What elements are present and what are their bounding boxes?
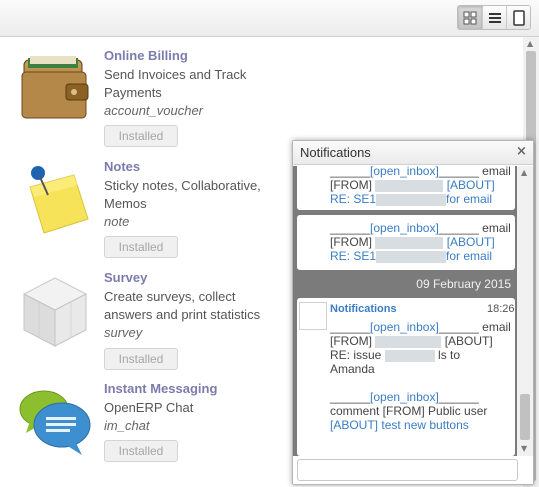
installed-button[interactable]: Installed: [104, 440, 178, 462]
kanban-view-button[interactable]: [458, 6, 482, 29]
notifications-thread: ______[open_inbox]______ email [FROM] [A…: [293, 166, 533, 456]
module-description: Create surveys, collect answers and prin…: [104, 289, 261, 322]
module-card-survey: Survey Create surveys, collect answers a…: [0, 270, 300, 380]
redacted-text: [384, 349, 435, 362]
message-from: [FROM]: [330, 235, 372, 249]
about-link[interactable]: [ABOUT]: [447, 235, 495, 249]
module-title[interactable]: Online Billing: [104, 48, 188, 63]
open-inbox-link[interactable]: [open_inbox]: [370, 221, 439, 235]
message-author[interactable]: Notifications: [330, 303, 397, 315]
message-text: ______[open_inbox]______ email [FROM] [A…: [330, 166, 515, 206]
message-from: [FROM]: [330, 334, 372, 348]
list-icon: [488, 12, 501, 23]
form-view-button[interactable]: [506, 6, 530, 29]
chat-bubbles-icon: [19, 390, 91, 455]
message-underline: ______: [330, 320, 371, 334]
notifications-panel: Notifications × ______[open_inbox]______…: [292, 140, 534, 485]
module-technical-name: im_chat: [104, 418, 150, 433]
notifications-scroll-thumb[interactable]: [520, 394, 530, 440]
about-tail[interactable]: for email: [446, 249, 492, 263]
module-technical-name: account_voucher: [104, 103, 204, 118]
redacted-text: [376, 193, 447, 206]
installed-button[interactable]: Installed: [104, 348, 178, 370]
message-underline: ______ email: [438, 320, 511, 334]
open-inbox-link[interactable]: [open_inbox]: [370, 166, 439, 178]
redacted-text: [375, 335, 442, 348]
installed-button[interactable]: Installed: [104, 125, 178, 147]
about-text: RE: issue: [330, 348, 382, 362]
redacted-text: [375, 236, 444, 249]
message-input[interactable]: [297, 459, 518, 481]
message-underline: ______ email: [438, 166, 511, 178]
form-icon: [512, 9, 525, 26]
grid-icon: [463, 11, 477, 24]
wallet-icon: [21, 56, 89, 119]
open-inbox-link[interactable]: [open_inbox]: [370, 390, 439, 404]
module-card-instant-messaging: Instant Messaging OpenERP Chat im_chat I…: [0, 381, 300, 487]
about-link[interactable]: [ABOUT]: [330, 418, 378, 432]
comment-text: comment [FROM] Public user: [330, 404, 488, 418]
close-icon[interactable]: ×: [516, 144, 527, 159]
module-description: Send Invoices and Track Payments: [104, 67, 247, 100]
notifications-title: Notifications: [300, 145, 371, 160]
message-time: 18:26: [487, 303, 515, 315]
about-text[interactable]: RE: SE1: [330, 249, 376, 263]
scroll-up-arrow-icon[interactable]: ▲: [521, 169, 527, 177]
open-inbox-link[interactable]: [open_inbox]: [370, 320, 439, 334]
list-view-button[interactable]: [482, 6, 506, 29]
module-card-notes: Notes Sticky notes, Collaborative, Memos…: [0, 159, 300, 269]
about-text[interactable]: test new buttons: [381, 418, 468, 432]
notifications-header: Notifications ×: [293, 141, 533, 165]
message-underline: ______: [438, 390, 479, 404]
message-card: Notifications 18:26 ______[open_inbox]__…: [297, 298, 515, 456]
scroll-up-arrow-icon[interactable]: ▲: [527, 40, 533, 48]
message-from: [FROM]: [330, 178, 372, 192]
view-switcher: [457, 5, 531, 30]
about-tail: ls to: [438, 348, 461, 362]
about-text[interactable]: RE: SE1: [330, 192, 376, 206]
module-technical-name: note: [104, 214, 130, 229]
message-underline: ______: [330, 390, 371, 404]
sticky-note-icon: [29, 166, 89, 234]
message-text: ______[open_inbox]______ email [FROM] [A…: [330, 221, 515, 263]
message-underline: ______: [330, 166, 371, 178]
about-tail[interactable]: for email: [446, 192, 492, 206]
notifications-scrollbar[interactable]: ▲ ▼: [517, 166, 533, 456]
redacted-text: [376, 250, 447, 263]
top-toolbar: [0, 0, 539, 37]
module-technical-name: survey: [104, 325, 143, 340]
module-title[interactable]: Survey: [104, 270, 147, 285]
installed-button[interactable]: Installed: [104, 236, 178, 258]
module-title[interactable]: Notes: [104, 159, 140, 174]
module-description: OpenERP Chat: [104, 400, 194, 415]
date-separator: 09 February 2015: [416, 277, 511, 291]
module-description: Sticky notes, Collaborative, Memos: [104, 178, 261, 211]
message-compose-area: [293, 456, 533, 484]
scroll-down-arrow-icon[interactable]: ▼: [521, 445, 527, 453]
redacted-text: [375, 179, 444, 192]
message-card: ______[open_inbox]______ email [FROM] [A…: [297, 215, 515, 270]
avatar: [299, 302, 327, 330]
module-card-online-billing: Online Billing Send Invoices and Track P…: [0, 48, 300, 158]
about-link[interactable]: [ABOUT]: [447, 178, 495, 192]
message-text: ______[open_inbox]______ email [FROM] [A…: [330, 320, 515, 432]
message-underline: ______: [330, 221, 371, 235]
cube-icon: [22, 277, 88, 347]
message-card: ______[open_inbox]______ email [FROM] [A…: [297, 166, 515, 210]
about-link: [ABOUT]: [444, 334, 493, 348]
recipient-name: Amanda: [330, 362, 375, 376]
message-underline: ______ email: [438, 221, 511, 235]
module-title[interactable]: Instant Messaging: [104, 381, 217, 396]
